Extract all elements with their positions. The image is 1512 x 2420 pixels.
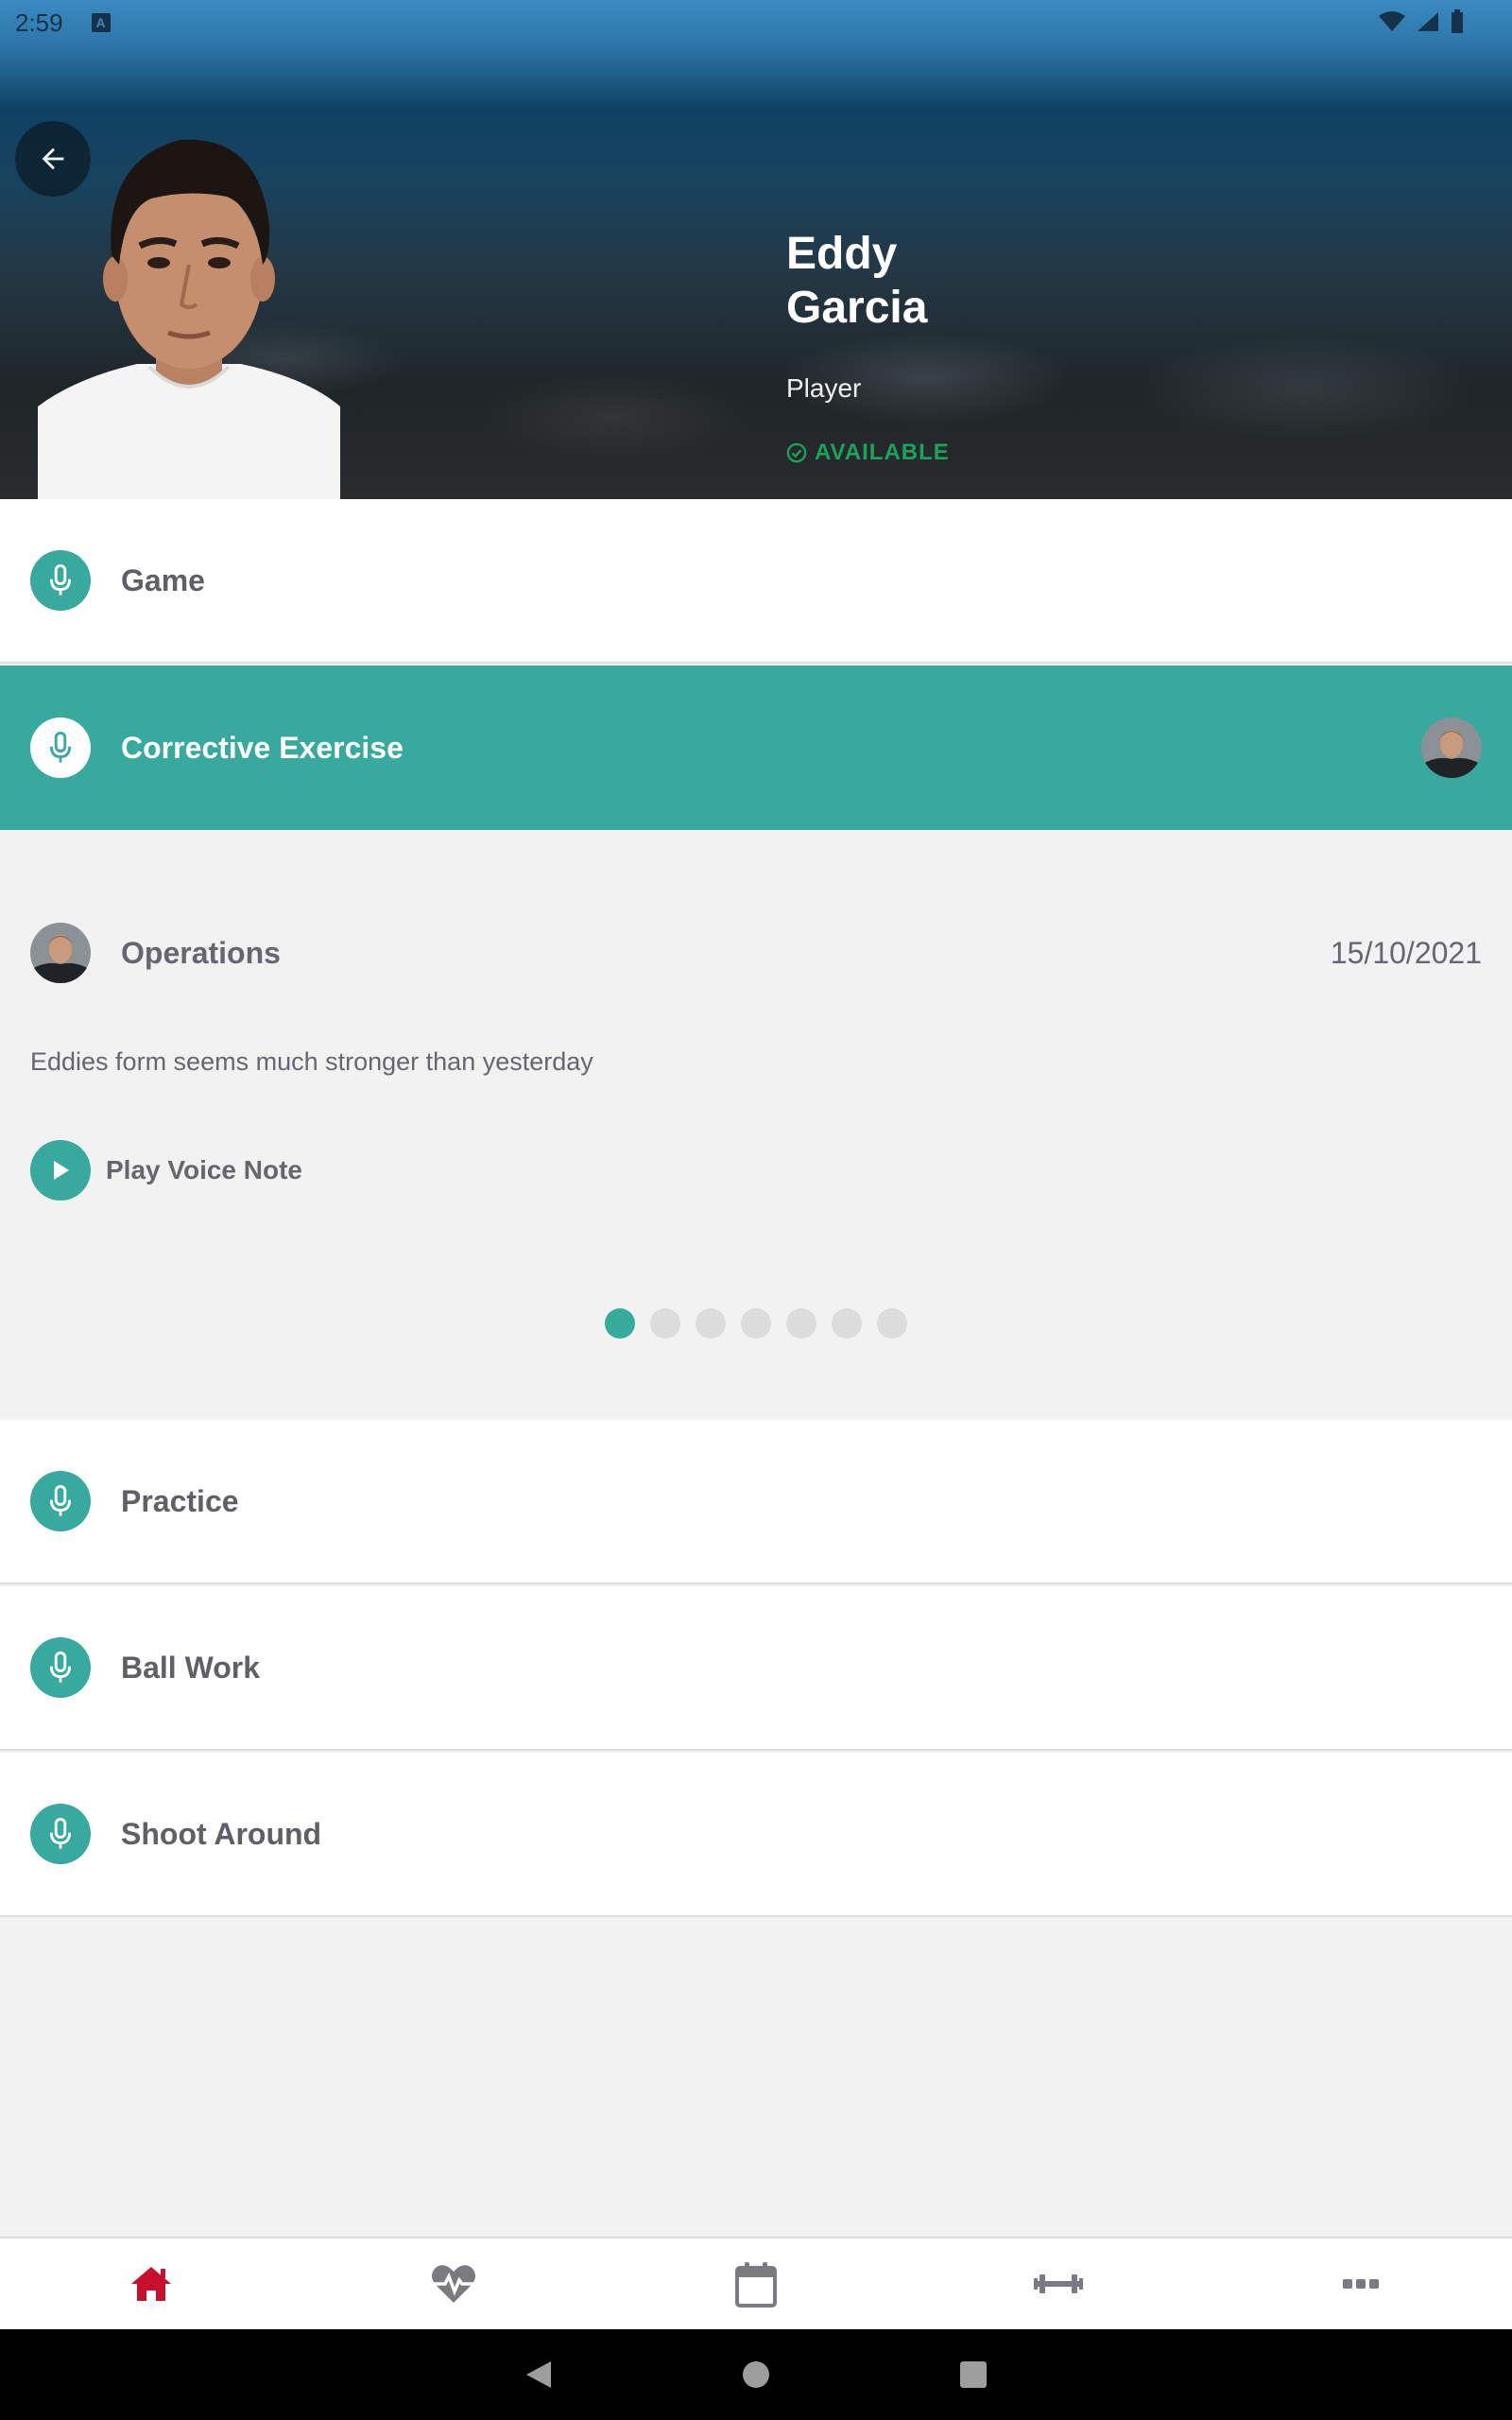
battery-icon bbox=[1452, 9, 1463, 33]
session-row-game[interactable]: Game bbox=[0, 499, 1512, 664]
play-voice-note-button[interactable] bbox=[30, 1140, 91, 1201]
note-text: Eddies form seems much stronger than yes… bbox=[30, 1047, 593, 1076]
note-pagination bbox=[605, 1308, 907, 1339]
system-navigation-bar bbox=[0, 2329, 1512, 2420]
nav-health[interactable] bbox=[302, 2238, 605, 2329]
keyboard-badge-icon: A bbox=[91, 13, 111, 32]
player-role: Player bbox=[786, 373, 862, 403]
session-note-panel: Operations 15/10/2021 Eddies form seems … bbox=[0, 830, 1512, 1420]
session-row-corrective-exercise[interactable]: Corrective Exercise bbox=[0, 666, 1512, 830]
session-label: Game bbox=[121, 562, 205, 597]
heart-pulse-icon bbox=[432, 2265, 475, 2303]
microphone-icon bbox=[30, 1471, 91, 1531]
session-row-practice[interactable]: Practice bbox=[0, 1420, 1512, 1584]
pagination-dot[interactable] bbox=[605, 1308, 635, 1339]
pagination-dot[interactable] bbox=[696, 1308, 726, 1339]
availability-badge: AVAILABLE bbox=[786, 440, 950, 466]
microphone-icon bbox=[30, 717, 91, 778]
session-row-ball-work[interactable]: Ball Work bbox=[0, 1586, 1512, 1751]
system-back-icon[interactable] bbox=[524, 2360, 553, 2390]
pagination-dot[interactable] bbox=[650, 1308, 680, 1339]
system-home-icon[interactable] bbox=[742, 2360, 770, 2389]
nav-home[interactable] bbox=[0, 2238, 302, 2329]
session-row-shoot-around[interactable]: Shoot Around bbox=[0, 1753, 1512, 1917]
arrow-left-icon bbox=[42, 147, 64, 170]
more-icon bbox=[1343, 2279, 1379, 2289]
nav-workouts[interactable] bbox=[907, 2238, 1210, 2329]
status-icons bbox=[1378, 9, 1465, 34]
session-label: Shoot Around bbox=[121, 1816, 322, 1851]
status-time: 2:59 bbox=[15, 8, 63, 37]
pagination-dot[interactable] bbox=[786, 1308, 816, 1339]
calendar-icon bbox=[735, 2262, 777, 2308]
nav-more[interactable] bbox=[1210, 2238, 1512, 2329]
play-icon bbox=[54, 1161, 69, 1180]
player-last-name: Garcia bbox=[786, 283, 928, 333]
dumbbell-icon bbox=[1034, 2274, 1083, 2293]
coach-avatar bbox=[1421, 717, 1482, 778]
session-label: Corrective Exercise bbox=[121, 730, 404, 765]
microphone-icon bbox=[30, 550, 91, 611]
play-voice-note-label[interactable]: Play Voice Note bbox=[106, 1155, 302, 1185]
pagination-dot[interactable] bbox=[832, 1308, 862, 1339]
home-icon bbox=[131, 2267, 171, 2301]
author-avatar bbox=[30, 923, 91, 983]
system-recents-icon[interactable] bbox=[959, 2360, 988, 2389]
note-date: 15/10/2021 bbox=[1330, 936, 1482, 970]
status-bar: 2:59 A bbox=[0, 0, 1512, 45]
note-author: Operations bbox=[121, 936, 281, 970]
pagination-dot[interactable] bbox=[741, 1308, 771, 1339]
session-label: Ball Work bbox=[121, 1650, 260, 1685]
session-label: Practice bbox=[121, 1483, 239, 1518]
availability-text: AVAILABLE bbox=[815, 440, 950, 465]
profile-header: 2:59 A Eddy Garcia Player AVAILABLE bbox=[0, 0, 1512, 499]
wifi-icon bbox=[1379, 11, 1405, 31]
player-name: Eddy Garcia bbox=[786, 227, 927, 335]
player-first-name: Eddy bbox=[786, 229, 898, 279]
microphone-icon bbox=[30, 1804, 91, 1864]
signal-icon bbox=[1418, 12, 1438, 31]
back-button[interactable] bbox=[15, 121, 91, 197]
pagination-dot[interactable] bbox=[877, 1308, 907, 1339]
bottom-navigation bbox=[0, 2237, 1512, 2329]
nav-calendar[interactable] bbox=[605, 2238, 907, 2329]
microphone-icon bbox=[30, 1637, 91, 1698]
check-circle-icon bbox=[786, 442, 807, 463]
